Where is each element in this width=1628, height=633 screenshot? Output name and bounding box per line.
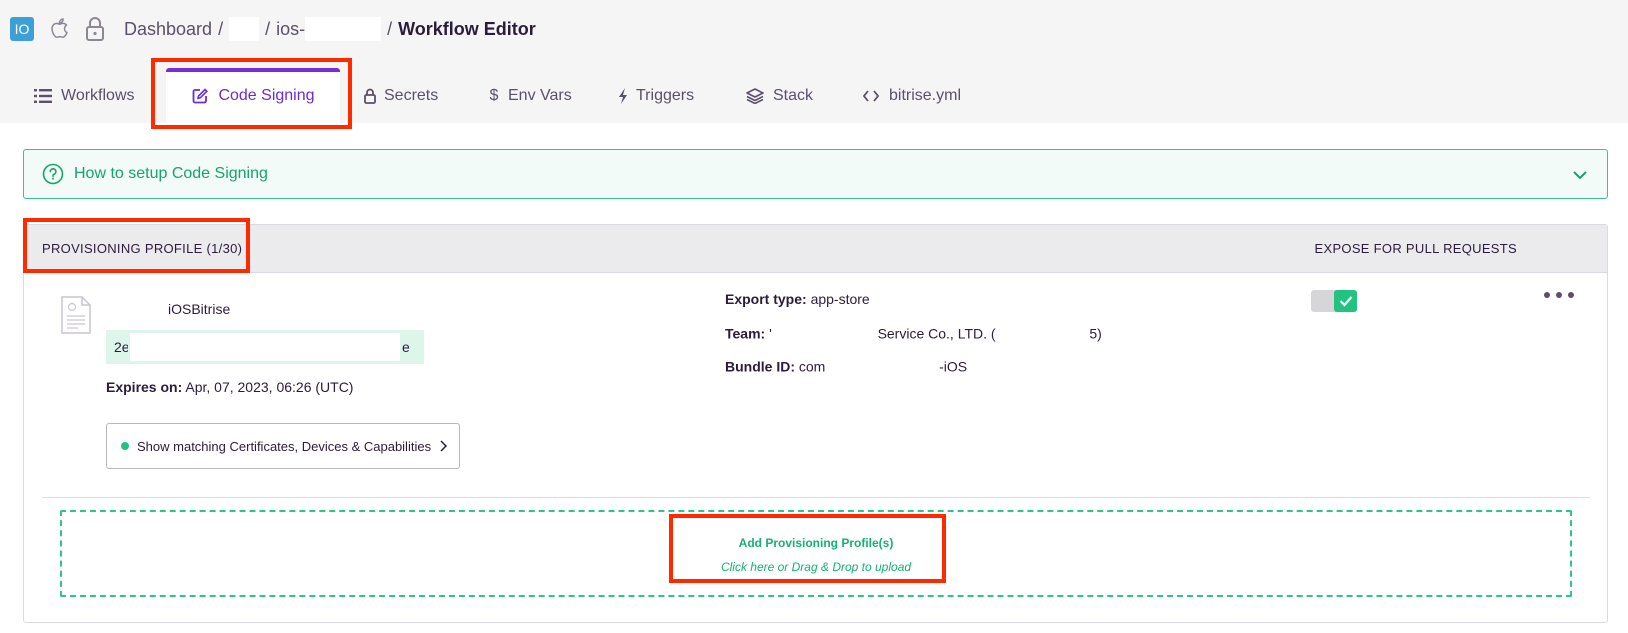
expose-toggle[interactable] [1311,290,1357,312]
tab-label: Workflows [61,86,135,104]
redacted-org [229,17,260,41]
team-label: Team: [725,325,766,342]
provisioning-profile-panel: PROVISIONING PROFILE (1/30) EXPOSE FOR P… [23,224,1608,623]
tab-label: Secrets [384,86,439,104]
list-icon [34,87,52,105]
team-value-start: ' [769,325,772,342]
tab-secrets[interactable]: Secrets [364,68,438,123]
code-icon [862,87,880,105]
divider [42,497,1590,498]
tab-bar: Workflows Code Signing Secrets $ Env Var… [0,68,1628,123]
status-dot [121,442,129,450]
help-accordion[interactable]: How to setup Code Signing [23,149,1608,199]
redacted-team-id [999,325,1086,345]
chevron-right-icon [440,440,448,452]
bundle-id: Bundle ID: com -iOS [725,358,967,378]
tab-triggers[interactable]: Triggers [618,68,694,123]
show-matching-button[interactable]: Show matching Certificates, Devices & Ca… [106,423,460,469]
redacted-bundle [829,358,936,378]
file-icon [61,296,91,334]
app-avatar[interactable]: IO [10,17,34,41]
tab-env-vars[interactable]: $ Env Vars [488,68,572,123]
team-value-end: 5) [1089,325,1102,342]
edit-square-icon [191,87,209,105]
show-matching-label: Show matching Certificates, Devices & Ca… [137,438,432,454]
tab-label: Env Vars [508,86,572,104]
bundle-value-end: -iOS [939,358,968,375]
breadcrumb-separator: / [265,18,271,39]
tab-workflows[interactable]: Workflows [34,68,135,123]
tab-label: Code Signing [218,86,315,104]
redacted-project [305,17,382,41]
lock-icon [364,87,376,105]
team: Team: ' Service Co., LTD. ( 5) [725,325,1102,345]
tab-code-signing[interactable]: Code Signing [166,68,340,123]
expiry-date: Expires on: Apr, 07, 2023, 06:26 (UTC) [106,379,353,395]
team-value-middle: Service Co., LTD. ( [877,325,996,342]
export-label: Export type: [725,291,807,307]
expose-column-header: EXPOSE FOR PULL REQUESTS [1314,241,1517,256]
lock-icon [86,17,104,41]
panel-title: PROVISIONING PROFILE (1/30) [42,241,243,256]
tab-bitrise-yml[interactable]: bitrise.yml [862,68,961,123]
check-icon [1334,290,1357,312]
breadcrumb-separator: / [387,18,393,39]
export-value: app-store [810,291,870,307]
export-type: Export type: app-store [725,291,870,307]
breadcrumb-current: Workflow Editor [398,18,536,39]
panel-header: PROVISIONING PROFILE (1/30) EXPOSE FOR P… [24,225,1607,273]
uuid-prefix: 2e [114,339,128,355]
breadcrumb-dashboard[interactable]: Dashboard [124,19,212,40]
expires-value: Apr, 07, 2023, 06:26 (UTC) [185,379,354,395]
breadcrumb-project[interactable]: ios- [276,19,305,40]
bundle-label: Bundle ID: [725,358,795,375]
breadcrumb: Dashboard / / ios- / Workflow Editor [124,16,536,42]
tab-label: Stack [773,86,814,104]
tab-label: bitrise.yml [889,86,962,104]
layers-icon [746,87,764,105]
profile-name: iOSBitrise [168,301,231,317]
chevron-down-icon[interactable] [1571,166,1589,184]
dropzone-title: Add Provisioning Profile(s) [738,536,894,550]
dollar-icon: $ [489,86,499,104]
tab-stack[interactable]: Stack [746,68,813,123]
uuid-suffix: e [402,339,410,355]
help-label: How to setup Code Signing [74,165,268,182]
top-bar: IO Dashboard / / ios- / Workflow Editor … [0,0,1628,123]
bolt-icon [618,87,628,105]
redacted-team [775,325,874,345]
dropzone-subtitle: Click here or Drag & Drop to upload [720,560,912,574]
breadcrumb-separator: / [218,18,224,39]
question-circle-icon [42,163,64,185]
more-options-icon[interactable] [1544,285,1574,305]
bundle-value-start: com [798,358,826,375]
apple-icon [51,18,68,39]
upload-dropzone[interactable]: Add Provisioning Profile(s) Click here o… [60,510,1572,597]
expires-label: Expires on: [106,379,183,395]
tab-label: Triggers [636,86,695,104]
redacted-uuid [130,333,400,361]
profile-uuid[interactable]: 2e e [106,330,424,364]
